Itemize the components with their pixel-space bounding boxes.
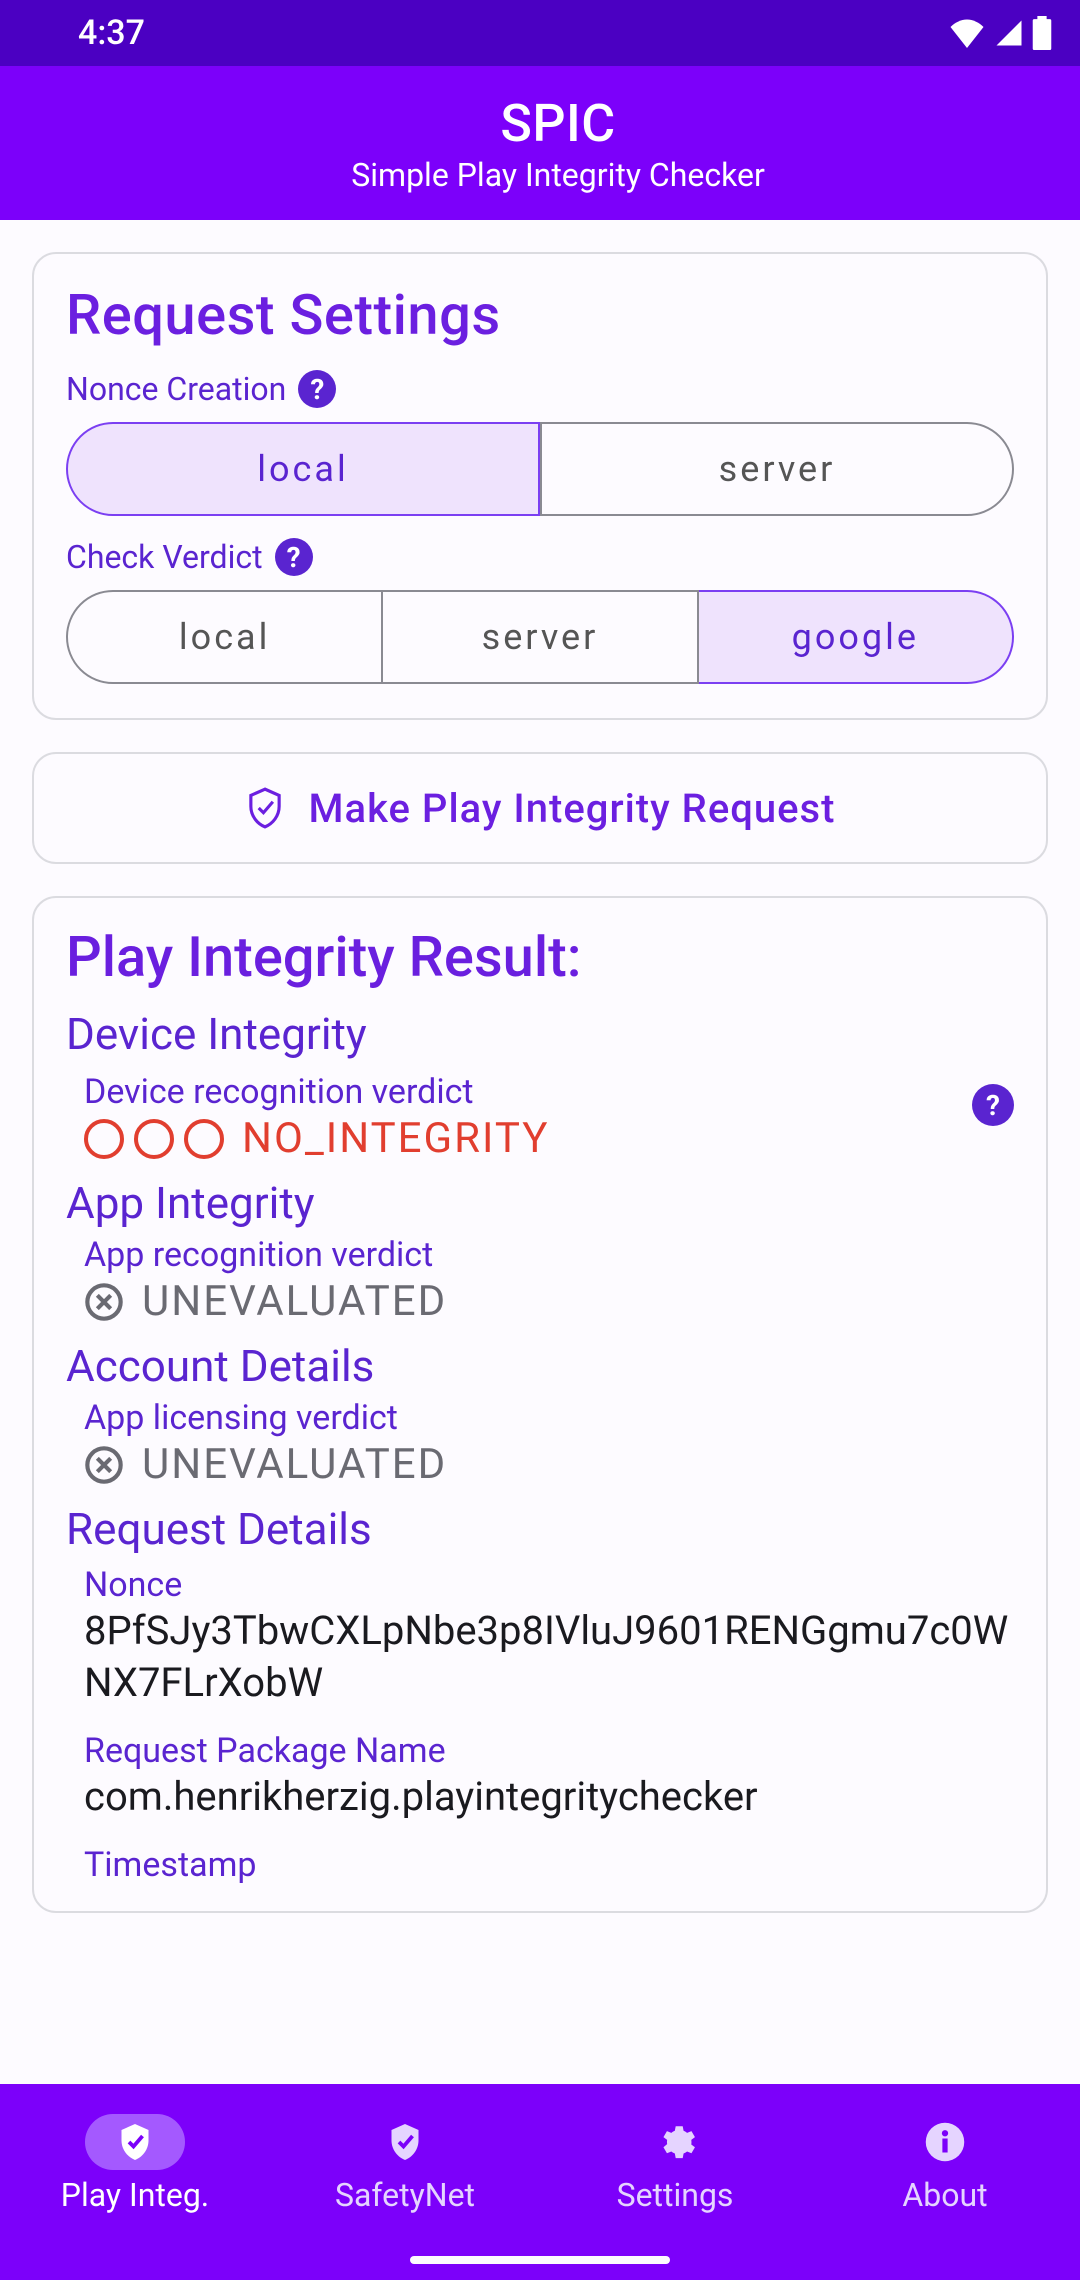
help-icon[interactable]: ? bbox=[298, 370, 336, 408]
status-icons bbox=[948, 16, 1052, 50]
nonce-creation-label: Nonce Creation bbox=[66, 370, 286, 408]
account-details-heading: Account Details bbox=[66, 1340, 1014, 1392]
package-name-label: Request Package Name bbox=[84, 1731, 1014, 1771]
nonce-value: 8PfSJy3TbwCXLpNbe3p8IVluJ9601RENGgmu7c0W… bbox=[84, 1605, 1014, 1709]
request-settings-title: Request Settings bbox=[66, 282, 1014, 348]
clock: 4:37 bbox=[78, 13, 145, 53]
x-circle-icon bbox=[84, 1282, 124, 1322]
device-verdict-label: Device recognition verdict bbox=[84, 1072, 549, 1112]
bottom-nav: Play Integ. SafetyNet Settings About bbox=[0, 2084, 1080, 2280]
account-verdict-value: UNEVALUATED bbox=[84, 1440, 1014, 1489]
nav-play-integrity[interactable]: Play Integ. bbox=[0, 2084, 270, 2280]
shield-check-icon bbox=[116, 2121, 154, 2163]
home-indicator bbox=[410, 2256, 670, 2264]
check-verdict-label: Check Verdict bbox=[66, 538, 263, 576]
nav-safetynet[interactable]: SafetyNet bbox=[270, 2084, 540, 2280]
verdict-option-server[interactable]: server bbox=[383, 590, 698, 684]
nonce-option-server[interactable]: server bbox=[540, 422, 1014, 516]
battery-icon bbox=[1032, 16, 1052, 50]
nav-label: SafetyNet bbox=[335, 2176, 475, 2214]
info-icon bbox=[924, 2121, 966, 2163]
nonce-label: Nonce bbox=[84, 1565, 1014, 1605]
result-title: Play Integrity Result: bbox=[66, 924, 1014, 990]
status-bar: 4:37 bbox=[0, 0, 1080, 66]
integrity-circles-icon bbox=[84, 1119, 224, 1159]
device-integrity-heading: Device Integrity bbox=[66, 1008, 1014, 1060]
content: Request Settings Nonce Creation ? local … bbox=[0, 220, 1080, 2084]
nav-label: About bbox=[902, 2176, 987, 2214]
signal-icon bbox=[992, 18, 1026, 48]
request-settings-card: Request Settings Nonce Creation ? local … bbox=[32, 252, 1048, 720]
nav-about[interactable]: About bbox=[810, 2084, 1080, 2280]
help-icon[interactable]: ? bbox=[972, 1084, 1014, 1126]
check-verdict-row: Check Verdict ? bbox=[66, 538, 1014, 576]
account-verdict-label: App licensing verdict bbox=[84, 1398, 1014, 1438]
verdict-segmented-control: local server google bbox=[66, 590, 1014, 684]
x-circle-icon bbox=[84, 1445, 124, 1485]
app-verdict-value: UNEVALUATED bbox=[84, 1277, 1014, 1326]
wifi-icon bbox=[948, 18, 986, 48]
verdict-option-local[interactable]: local bbox=[66, 590, 383, 684]
app-integrity-heading: App Integrity bbox=[66, 1177, 1014, 1229]
nonce-option-local[interactable]: local bbox=[66, 422, 540, 516]
request-details-heading: Request Details bbox=[66, 1503, 1014, 1555]
gear-icon bbox=[654, 2121, 696, 2163]
app-title: SPIC bbox=[500, 93, 615, 154]
app-verdict-label: App recognition verdict bbox=[84, 1235, 1014, 1275]
nav-label: Play Integ. bbox=[61, 2176, 209, 2214]
app-header: SPIC Simple Play Integrity Checker bbox=[0, 66, 1080, 220]
nonce-creation-row: Nonce Creation ? bbox=[66, 370, 1014, 408]
make-request-label: Make Play Integrity Request bbox=[309, 785, 836, 832]
result-card: Play Integrity Result: Device Integrity … bbox=[32, 896, 1048, 1913]
nonce-segmented-control: local server bbox=[66, 422, 1014, 516]
help-icon[interactable]: ? bbox=[275, 538, 313, 576]
nav-label: Settings bbox=[617, 2176, 734, 2214]
timestamp-label: Timestamp bbox=[84, 1845, 1014, 1885]
make-request-button[interactable]: Make Play Integrity Request bbox=[32, 752, 1048, 864]
nav-settings[interactable]: Settings bbox=[540, 2084, 810, 2280]
app-subtitle: Simple Play Integrity Checker bbox=[351, 156, 765, 194]
verdict-option-google[interactable]: google bbox=[699, 590, 1014, 684]
device-verdict-value: NO_INTEGRITY bbox=[84, 1114, 549, 1163]
shield-check-icon bbox=[245, 786, 285, 830]
package-name-value: com.henrikherzig.playintegritychecker bbox=[84, 1771, 1014, 1823]
shield-check-icon bbox=[386, 2121, 424, 2163]
